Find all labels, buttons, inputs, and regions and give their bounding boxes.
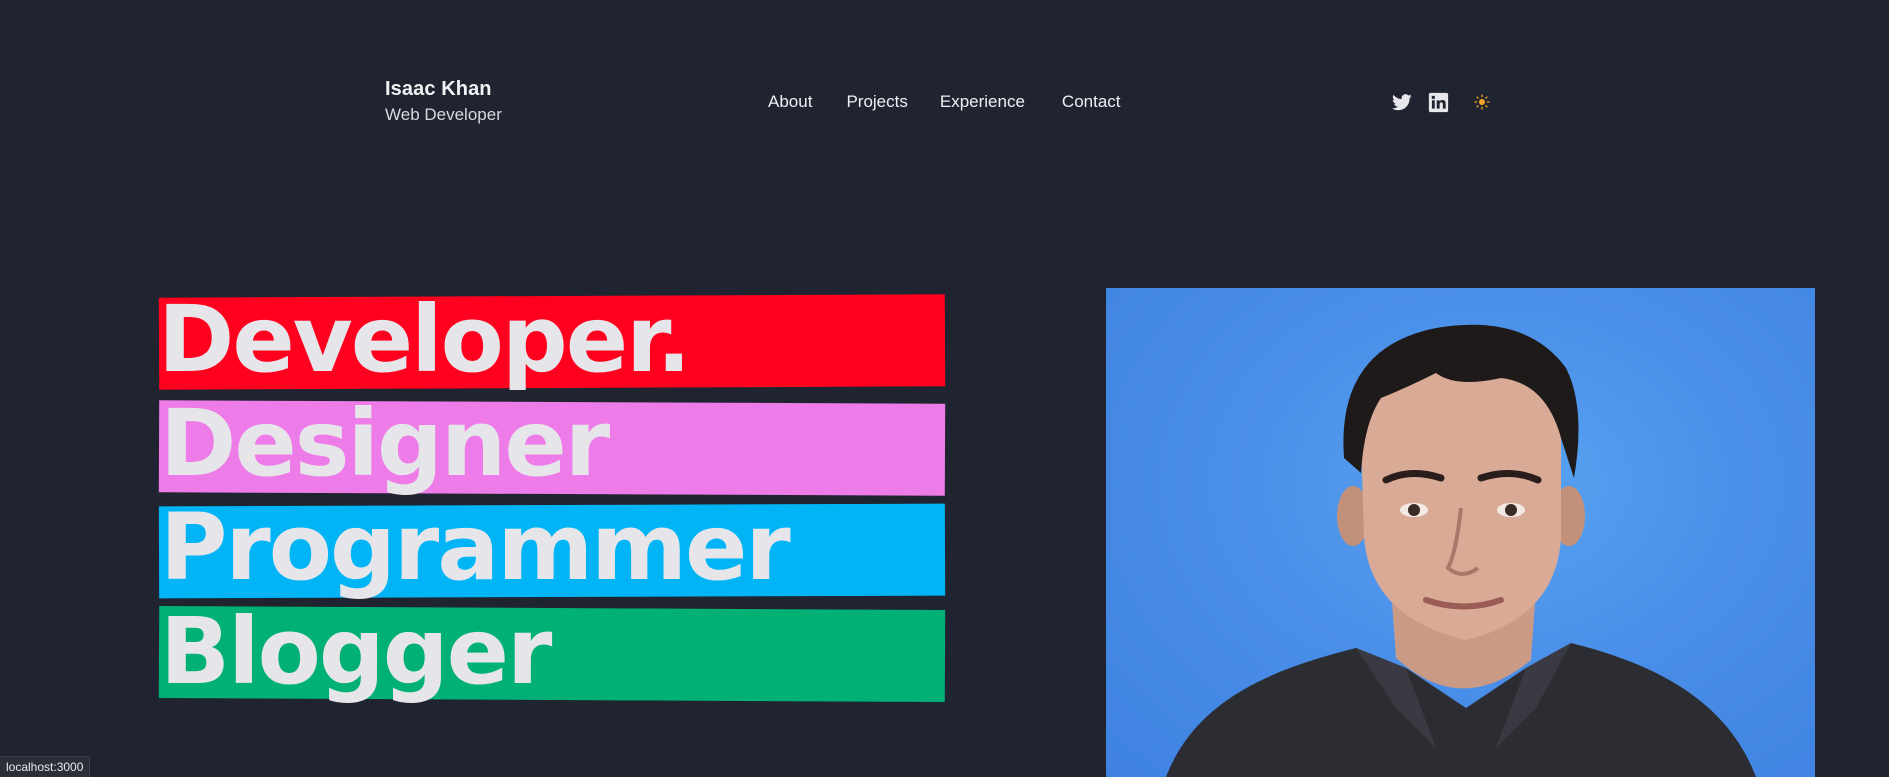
nav-contact-link[interactable]: Contact [1062, 90, 1121, 114]
profile-portrait [1106, 288, 1815, 777]
hero-word-text: Developer. [158, 286, 691, 393]
nav-about-link[interactable]: About [768, 90, 812, 114]
hero-word-text: Blogger [160, 598, 552, 705]
nav-experience-link[interactable]: Experience [940, 90, 1025, 114]
hero-word-blogger: Blogger [158, 602, 948, 710]
social-links [1391, 91, 1493, 113]
brand-name[interactable]: Isaac Khan [385, 77, 502, 101]
sun-icon[interactable] [1471, 91, 1493, 113]
nav-projects-link[interactable]: Projects [846, 90, 907, 114]
portrait-illustration [1166, 324, 1756, 777]
hero-word-text: Programmer [160, 494, 791, 601]
linkedin-icon[interactable] [1427, 91, 1449, 113]
hero-word-programmer: Programmer [158, 498, 948, 606]
hero-word-developer: Developer. [158, 290, 948, 398]
brand-role: Web Developer [385, 105, 502, 124]
hero-word-designer: Designer [158, 394, 948, 502]
twitter-icon[interactable] [1391, 91, 1413, 113]
hero-words: Developer. Designer Programmer Blogger [158, 290, 948, 710]
brand[interactable]: Isaac Khan Web Developer [385, 77, 502, 127]
main-nav: About Projects Experience Contact [768, 90, 1121, 114]
status-bar-url: localhost:3000 [0, 756, 91, 777]
hero-word-text: Designer [160, 390, 610, 497]
page: Isaac Khan Web Developer About Projects … [0, 0, 1889, 777]
